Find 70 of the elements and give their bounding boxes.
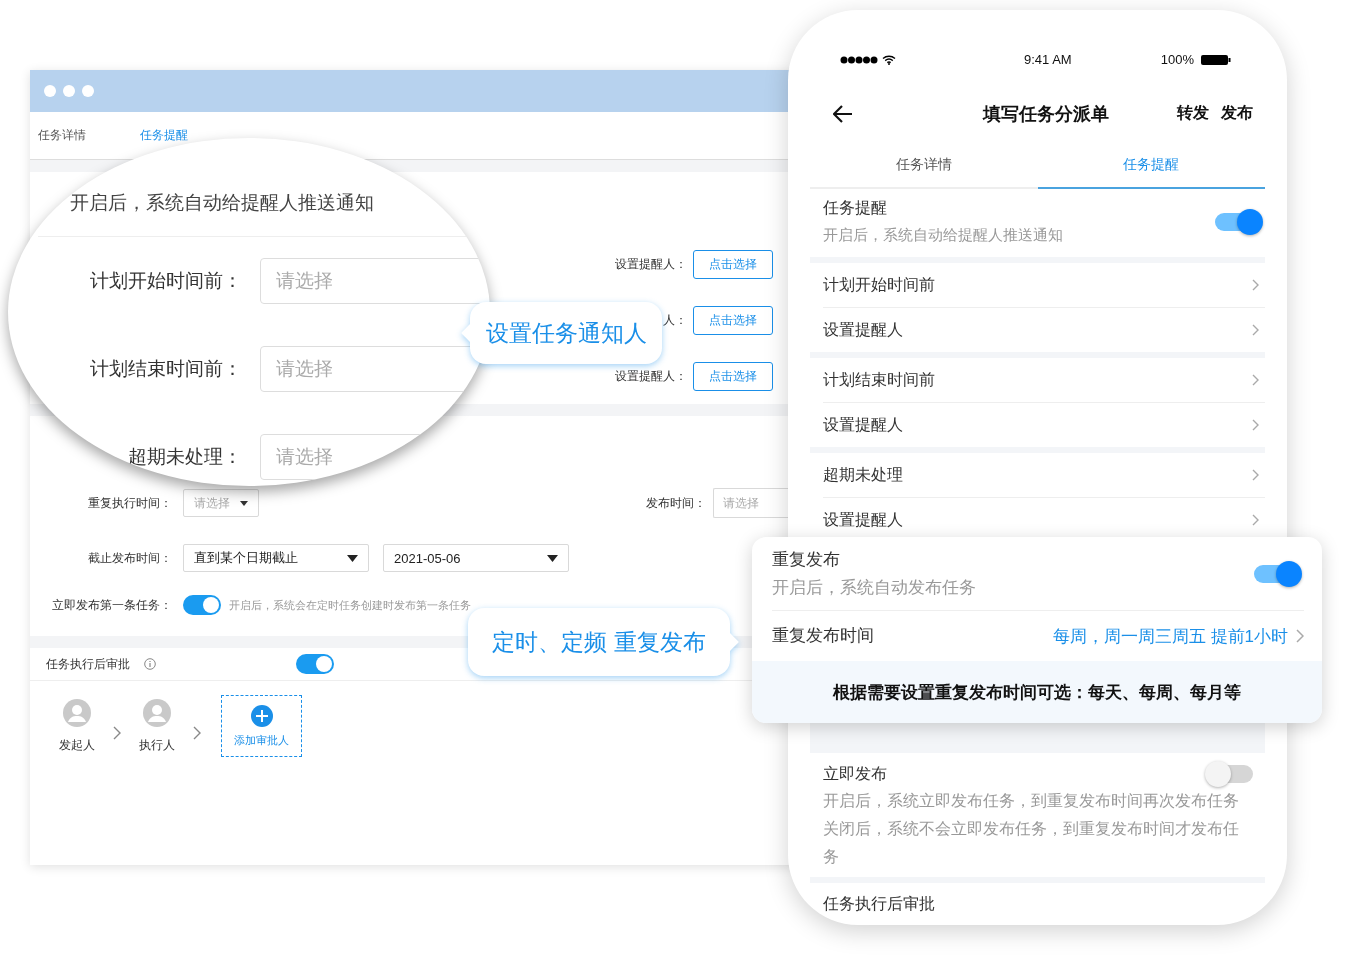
field-label: 发布时间： xyxy=(646,494,706,512)
field-label: 超期未处理： xyxy=(127,445,242,469)
date-select-field[interactable]: 2021-05-06 xyxy=(383,544,569,572)
battery-percent: 100% xyxy=(1160,52,1194,68)
note-text: 根据需要设置重复发布时间可选：每天、每周、每月等 xyxy=(752,661,1322,723)
battery-icon xyxy=(1201,54,1231,65)
select-button[interactable]: 点击选择 xyxy=(693,249,773,279)
select-field[interactable]: 直到某个日期截止 xyxy=(183,544,369,572)
step-label: 执行人 xyxy=(139,736,175,754)
step-label: 发起人 xyxy=(59,736,95,754)
row-value[interactable]: 每周，周一周三周五 提前1小时 xyxy=(1052,624,1288,648)
add-approver-button[interactable]: 添加审批人 xyxy=(221,695,302,757)
hint-text: 开启后，系统会在定时任务创建时发布第一条任务 xyxy=(229,597,471,613)
row-label: 重复发布时间 xyxy=(772,625,874,647)
status-time: 9:41 AM xyxy=(1024,52,1072,68)
description-text: 开启后，系统自动给提醒人推送通知 xyxy=(70,191,375,215)
chevron-right-icon xyxy=(113,726,121,740)
description-text: 开启后，系统自动给提醒人推送通知 xyxy=(823,225,1064,246)
chevron-right-icon xyxy=(1252,374,1259,387)
section-title: 任务提醒 xyxy=(823,198,888,219)
tab[interactable]: 任务详情 xyxy=(38,127,86,144)
tab[interactable]: 任务提醒 xyxy=(140,127,188,144)
field-label: 计划开始时间前： xyxy=(89,269,242,293)
list-row[interactable]: 设置提醒人 xyxy=(823,498,1265,543)
section-title: 任务执行后审批 xyxy=(46,655,130,673)
list-row[interactable]: 设置提醒人 xyxy=(823,403,1265,448)
chevron-right-icon xyxy=(193,726,201,740)
select-button[interactable]: 点击选择 xyxy=(693,361,773,391)
plus-icon xyxy=(250,704,273,727)
signal-icon xyxy=(840,55,878,64)
chevron-right-icon xyxy=(1252,514,1259,527)
back-arrow-icon[interactable] xyxy=(833,104,853,123)
field-label: 重复执行时间： xyxy=(87,494,172,512)
chevron-right-icon xyxy=(1252,279,1259,292)
list-row[interactable]: 超期未处理 xyxy=(823,453,1265,499)
field-label: 人： xyxy=(663,311,687,329)
wifi-icon xyxy=(882,54,896,65)
description-text: 关闭后，系统不会立即发布任务，到重复发布时间才发布任务 xyxy=(823,819,1240,868)
caret-icon xyxy=(240,500,248,506)
list-row[interactable]: 计划结束时间前 xyxy=(823,358,1265,404)
description-text: 开启后，系统自动发布任务 xyxy=(772,576,977,599)
section-title: 任务执行后审批 xyxy=(823,895,935,913)
chevron-right-icon xyxy=(1296,629,1304,643)
nav-action-link[interactable]: 转发 xyxy=(1177,103,1209,125)
chevron-right-icon xyxy=(1252,324,1259,337)
toggle-switch[interactable] xyxy=(183,595,221,615)
caret-icon xyxy=(547,554,558,562)
field-label: 设置提醒人： xyxy=(615,367,687,385)
chevron-right-icon xyxy=(1252,419,1259,432)
tab[interactable]: 任务详情 xyxy=(810,141,1038,190)
tab[interactable]: 任务提醒 xyxy=(1037,141,1265,190)
window-controls-icon xyxy=(44,85,94,97)
field-label: 截止发布时间： xyxy=(87,549,172,567)
field-label: 设置提醒人： xyxy=(615,255,687,273)
user-avatar-icon xyxy=(63,698,91,727)
field-label: 立即发布第一条任务： xyxy=(51,596,172,614)
info-icon xyxy=(144,658,156,670)
section-title: 立即发布 xyxy=(823,764,887,785)
caret-icon xyxy=(347,554,358,562)
user-avatar-icon xyxy=(143,698,171,727)
description-text: 开启后，系统立即发布任务，到重复发布时间再次发布任务 xyxy=(823,791,1240,812)
chevron-right-icon xyxy=(1252,469,1259,482)
section-title: 重复发布 xyxy=(772,548,841,571)
nav-action-link[interactable]: 发布 xyxy=(1221,103,1253,125)
toggle-switch[interactable] xyxy=(296,654,334,674)
page-title: 填写任务分派单 xyxy=(983,102,1109,126)
field-label: 计划结束时间前： xyxy=(89,357,242,381)
list-row[interactable]: 计划开始时间前 xyxy=(823,263,1265,309)
select-button[interactable]: 点击选择 xyxy=(693,305,773,335)
list-row[interactable]: 设置提醒人 xyxy=(823,308,1265,353)
